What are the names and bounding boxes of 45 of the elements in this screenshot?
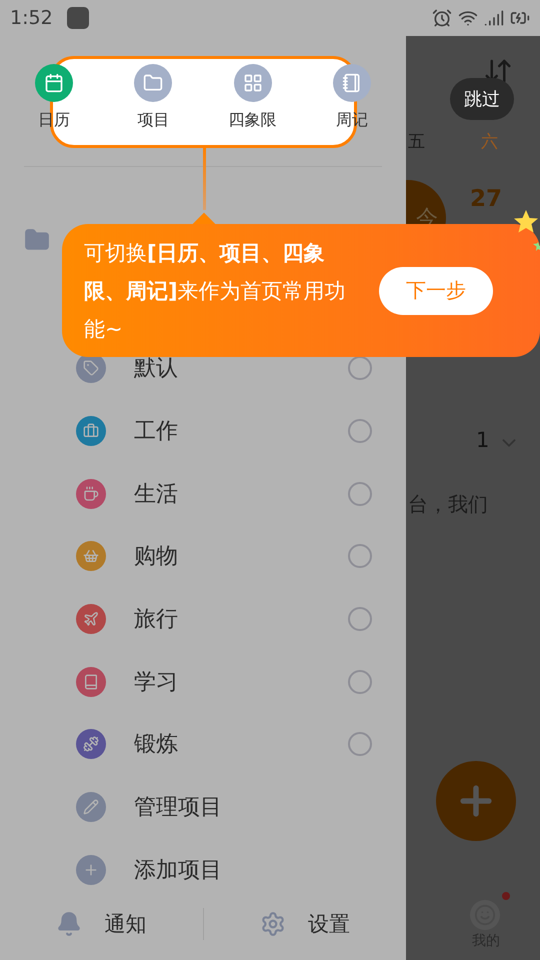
project-item[interactable]: 工作 xyxy=(0,400,406,462)
count-label: 1 xyxy=(476,428,490,452)
project-item[interactable]: 锻炼 xyxy=(0,713,406,776)
project-label: 添加项目 xyxy=(134,856,223,885)
alarm-icon xyxy=(432,8,452,28)
folder-icon xyxy=(24,227,50,253)
radio-button[interactable] xyxy=(348,607,372,632)
project-label: 工作 xyxy=(134,418,179,446)
project-label: 默认 xyxy=(134,355,179,384)
weekday-label: 六 xyxy=(481,131,498,153)
settings-icon xyxy=(260,910,286,936)
project-label: 锻炼 xyxy=(134,731,179,760)
notification-button[interactable]: 通知 xyxy=(0,910,202,938)
pencil-icon xyxy=(76,792,106,822)
menu-item[interactable]: 添加项目 xyxy=(0,838,406,887)
view-tab[interactable]: 项目 xyxy=(121,64,186,140)
status-time: 1:52 xyxy=(10,7,53,29)
project-item[interactable]: 学习 xyxy=(0,650,406,714)
project-item[interactable]: 旅行 xyxy=(0,588,406,650)
project-label: 管理项目 xyxy=(134,794,223,822)
settings-button[interactable]: 设置 xyxy=(204,910,406,938)
stars-drawing xyxy=(512,208,540,254)
project-item[interactable]: 购物 xyxy=(0,525,406,588)
bell-icon xyxy=(56,910,82,936)
notification-dot xyxy=(502,892,510,900)
radio-button[interactable] xyxy=(348,670,372,694)
radio-button[interactable] xyxy=(348,732,372,756)
app-icon xyxy=(66,7,89,29)
project-item[interactable]: 生活 xyxy=(0,462,406,526)
calendar-icon xyxy=(35,64,73,102)
project-label: 生活 xyxy=(134,480,179,509)
radio-button[interactable] xyxy=(348,419,372,444)
project-label: 购物 xyxy=(134,543,179,572)
menu-item[interactable]: 管理项目 xyxy=(0,776,406,838)
plus-icon xyxy=(76,854,106,885)
tooltip-text: 可切换[日历、项目、四象限、周记]来作为首页常用功能~ xyxy=(84,240,347,342)
view-tab[interactable]: 四象限 xyxy=(220,64,285,140)
radio-button[interactable] xyxy=(348,544,372,568)
radio-button[interactable] xyxy=(348,482,372,506)
project-label: 学习 xyxy=(134,668,179,697)
leader-line xyxy=(203,148,206,210)
date-label: 27 xyxy=(470,186,502,212)
skip-button[interactable]: 跳过 xyxy=(450,78,514,120)
project-label: 旅行 xyxy=(134,606,179,634)
signal-icon xyxy=(484,8,504,28)
